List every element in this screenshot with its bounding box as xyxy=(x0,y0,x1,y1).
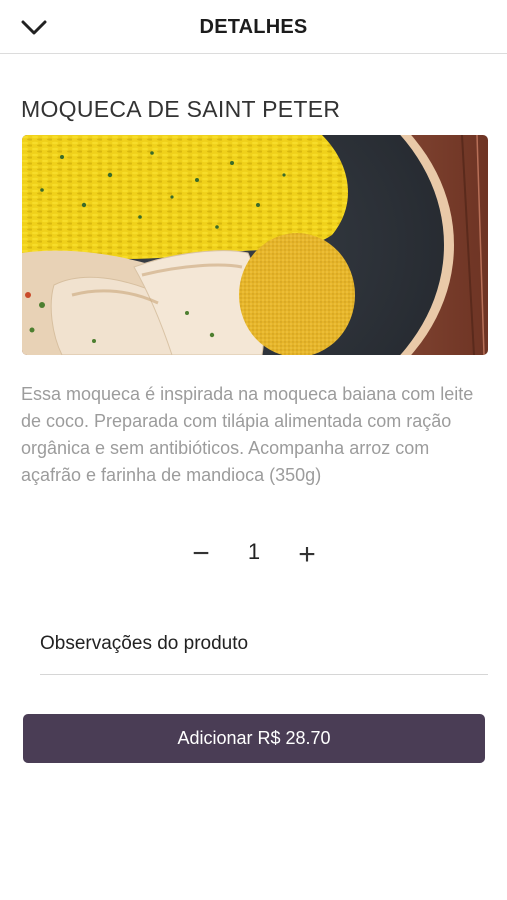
top-bar: DETALHES xyxy=(0,0,507,54)
page-title: DETALHES xyxy=(199,16,308,38)
decrease-quantity-button[interactable]: − xyxy=(188,539,214,569)
quantity-value: 1 xyxy=(247,539,261,564)
dish-illustration xyxy=(22,135,488,355)
product-name: MOQUECA DE SAINT PETER xyxy=(21,96,341,122)
increase-quantity-button[interactable]: + xyxy=(293,540,321,570)
product-notes-field[interactable]: Observações do produto xyxy=(40,625,488,675)
quantity-stepper: − 1 + xyxy=(0,535,507,575)
product-image xyxy=(22,135,488,355)
add-to-cart-button[interactable]: Adicionar R$ 28.70 xyxy=(23,714,485,763)
product-notes-placeholder: Observações do produto xyxy=(40,633,249,654)
product-description: Essa moqueca é inspirada na moqueca baia… xyxy=(21,384,474,485)
